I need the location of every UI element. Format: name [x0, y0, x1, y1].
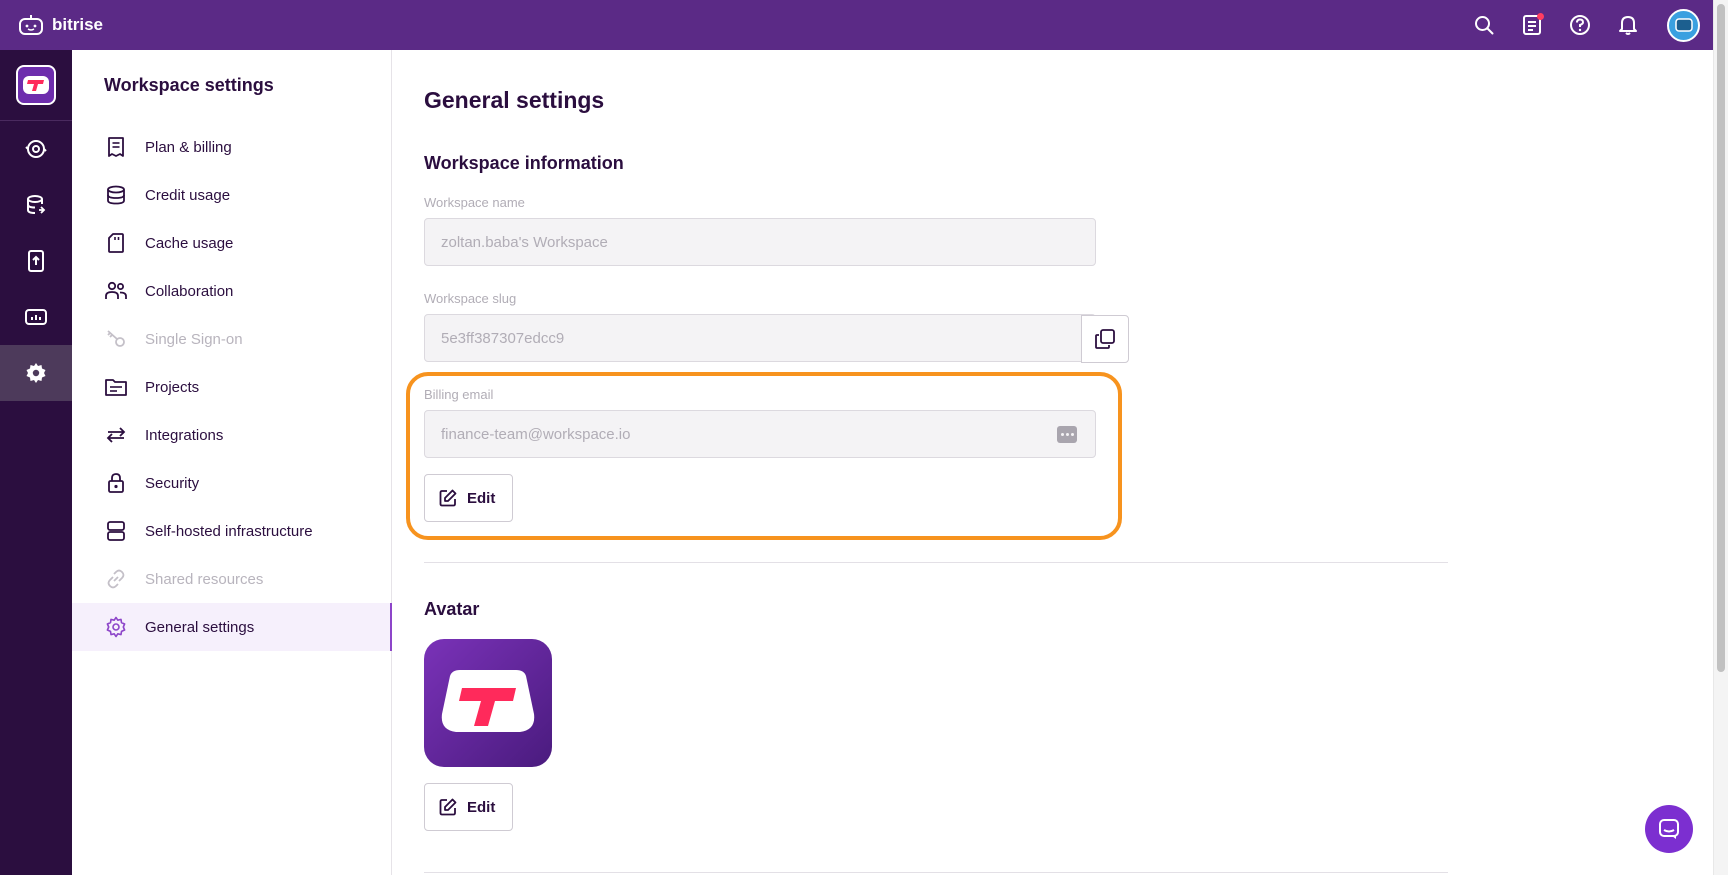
edit-billing-email-button[interactable]: Edit	[424, 474, 513, 522]
chat-support-button[interactable]	[1645, 805, 1693, 853]
insights-icon[interactable]	[0, 289, 72, 345]
section-divider	[424, 562, 1448, 563]
sidebar-item-integrations[interactable]: Integrations	[72, 411, 392, 459]
people-icon	[105, 280, 127, 302]
lock-icon	[105, 472, 127, 494]
arrows-icon	[105, 424, 127, 446]
sidebar-item-cache-usage[interactable]: Cache usage	[72, 219, 392, 267]
link-icon	[105, 568, 127, 590]
page-title: General settings	[424, 87, 605, 113]
workspace-avatar	[424, 639, 552, 767]
workspace-name-field[interactable]: zoltan.baba's Workspace	[424, 218, 1096, 266]
sidebar-item-projects[interactable]: Projects	[72, 363, 392, 411]
top-actions	[1449, 0, 1700, 50]
sidebar-item-label: Plan & billing	[145, 138, 232, 156]
deploy-icon[interactable]	[0, 233, 72, 289]
chat-icon	[1659, 819, 1679, 839]
workspace-name-label: Workspace name	[424, 195, 525, 210]
sidebar-item-label: Projects	[145, 378, 200, 396]
help-icon[interactable]	[1567, 12, 1593, 38]
folder-icon	[105, 376, 127, 398]
changelog-icon[interactable]	[1519, 12, 1545, 38]
search-icon[interactable]	[1471, 12, 1497, 38]
sidebar-item-credit-usage[interactable]: Credit usage	[72, 171, 392, 219]
edit-avatar-button[interactable]: Edit	[424, 783, 513, 831]
bitrise-bot-icon	[19, 15, 43, 35]
section-divider	[424, 872, 1448, 873]
workspace-avatar-logo	[441, 670, 535, 732]
sidebar-item-security[interactable]: Security	[72, 459, 392, 507]
edit-label: Edit	[467, 489, 496, 507]
workspace-switcher[interactable]	[0, 50, 72, 121]
key-icon	[105, 328, 127, 350]
left-rail	[0, 50, 72, 875]
workspace-slug-field[interactable]: 5e3ff387307edcc9	[424, 314, 1129, 363]
workspace-slug-value: 5e3ff387307edcc9	[441, 329, 565, 347]
user-avatar[interactable]	[1667, 8, 1700, 42]
sidebar-item-self-hosted[interactable]: Self-hosted infrastructure	[72, 507, 392, 555]
sidebar-item-label: Self-hosted infrastructure	[145, 522, 313, 540]
edit-icon	[439, 489, 457, 507]
edit-icon	[439, 798, 457, 816]
coins-icon	[105, 184, 127, 206]
workspace-logo	[16, 65, 56, 105]
gear-icon	[105, 616, 127, 638]
sidebar-item-label: Credit usage	[145, 186, 231, 204]
releases-icon[interactable]	[0, 177, 72, 233]
scrollbar-thumb[interactable]	[1717, 4, 1725, 672]
sidebar-title: Workspace settings	[104, 75, 274, 95]
main-content: General settings Workspace information W…	[392, 50, 1712, 875]
settings-nav: Plan & billing Credit usage Cache usage …	[72, 123, 392, 651]
sidebar-item-label: Integrations	[145, 426, 224, 444]
bitrise-logo[interactable]: bitrise	[18, 14, 103, 36]
edit-label: Edit	[467, 798, 496, 816]
server-icon	[105, 520, 127, 542]
sidebar-item-label: Single Sign-on	[145, 330, 243, 348]
billing-email-label: Billing email	[424, 387, 494, 402]
receipt-icon	[105, 136, 127, 158]
sidebar-item-label: Shared resources	[145, 570, 264, 588]
builds-icon[interactable]	[0, 121, 72, 177]
sidebar-item-label: Cache usage	[145, 234, 234, 252]
workspace-info-title: Workspace information	[424, 153, 624, 173]
copy-slug-button[interactable]	[1081, 315, 1129, 363]
sidebar-item-general-settings[interactable]: General settings	[72, 603, 392, 651]
more-dots-icon	[1057, 426, 1077, 443]
top-bar: bitrise	[0, 0, 1728, 50]
sidebar-item-plan-billing[interactable]: Plan & billing	[72, 123, 392, 171]
bell-icon[interactable]	[1615, 12, 1641, 38]
copy-icon	[1095, 329, 1115, 349]
notification-dot	[1537, 13, 1544, 20]
sidebar-item-single-sign-on: Single Sign-on	[72, 315, 392, 363]
sidebar-item-label: Security	[145, 474, 200, 492]
sidebar-item-label: Collaboration	[145, 282, 234, 300]
workspace-slug-label: Workspace slug	[424, 291, 517, 306]
brand-name: bitrise	[52, 15, 104, 34]
sidebar-item-shared-resources: Shared resources	[72, 555, 392, 603]
workspace-name-value: zoltan.baba's Workspace	[441, 233, 608, 251]
billing-email-value: finance-team@workspace.io	[441, 425, 631, 443]
sidebar-item-collaboration[interactable]: Collaboration	[72, 267, 392, 315]
settings-icon[interactable]	[0, 345, 72, 401]
sidebar-item-label: General settings	[145, 618, 255, 636]
sd-card-icon	[105, 232, 127, 254]
settings-sidebar: Workspace settings Plan & billing Credit…	[72, 50, 392, 875]
avatar-section-title: Avatar	[424, 599, 480, 619]
billing-email-field[interactable]: finance-team@workspace.io	[424, 410, 1096, 458]
scrollbar[interactable]	[1713, 0, 1728, 875]
